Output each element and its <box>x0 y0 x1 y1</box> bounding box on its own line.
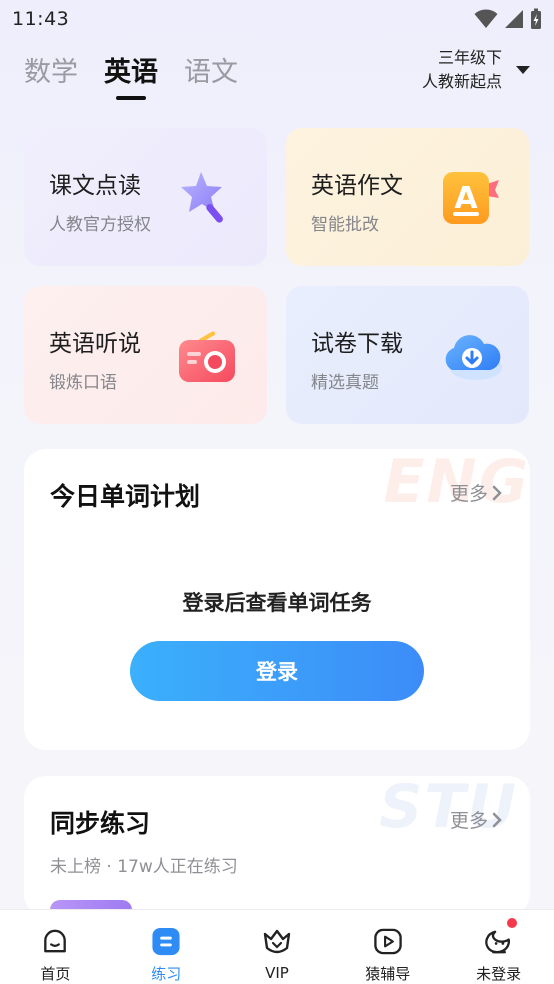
home-face-icon <box>44 929 67 953</box>
grade-text: 三年级下 人教新起点 <box>422 46 502 94</box>
grade-level: 三年级下 <box>437 48 502 67</box>
sync-practice-panel: STU 同步练习 更多 未上榜 · 17w人正在练习 <box>24 776 530 916</box>
login-hint: 登录后查看单词任务 <box>182 591 372 615</box>
wifi-icon <box>474 9 498 28</box>
practice-meta: 未上榜 · 17w人正在练习 <box>50 857 238 877</box>
card-english-essay[interactable]: 英语作文 智能批改 A <box>286 128 529 266</box>
radio-icon <box>179 331 235 382</box>
chevron-down-icon <box>516 66 530 74</box>
bottom-nav: 首页 练习 VIP 猿辅导 未登录 <box>0 909 554 984</box>
nav-label: 猿辅导 <box>365 965 411 983</box>
status-bar: 11:43 <box>0 0 554 38</box>
nav-label: VIP <box>265 964 289 982</box>
battery-icon <box>531 8 541 29</box>
cloud-download-icon <box>445 335 502 380</box>
more-link[interactable]: 更多 <box>450 479 502 506</box>
nav-label: 练习 <box>151 965 182 983</box>
nav-practice[interactable]: 练习 <box>111 910 222 984</box>
play-video-icon <box>374 928 402 955</box>
nav-label: 首页 <box>40 965 71 983</box>
signal-icon <box>505 10 523 28</box>
notification-badge <box>505 916 520 930</box>
tab-chinese[interactable]: 语文 <box>184 50 238 100</box>
card-listening-speaking[interactable]: 英语听说 锻炼口语 <box>24 286 267 424</box>
card-text-reading[interactable]: 课文点读 人教官方授权 <box>24 128 267 266</box>
nav-vip[interactable]: VIP <box>222 910 333 984</box>
panel-title: 同步练习 <box>50 809 151 838</box>
nav-profile[interactable]: 未登录 <box>443 910 554 984</box>
word-plan-panel: ENG 今日单词计划 更多 登录后查看单词任务 登录 <box>24 449 530 750</box>
panel-title: 今日单词计划 <box>50 482 201 511</box>
login-button[interactable]: 登录 <box>130 641 424 701</box>
nav-yuanfudao[interactable]: 猿辅导 <box>332 910 443 984</box>
subject-tabs: 数学 英语 语文 <box>24 50 238 100</box>
status-time: 11:43 <box>12 8 70 30</box>
more-label: 更多 <box>449 810 488 832</box>
tab-math[interactable]: 数学 <box>24 50 78 100</box>
grade-selector[interactable]: 三年级下 人教新起点 <box>422 46 530 94</box>
magic-wand-star-icon <box>181 172 223 223</box>
more-label: 更多 <box>449 483 488 505</box>
avatar-icon <box>484 930 510 954</box>
svg-text:A: A <box>454 181 478 216</box>
letter-a-book-icon: A <box>443 172 499 224</box>
vip-crown-icon <box>263 929 291 954</box>
chevron-right-icon <box>492 485 502 500</box>
textbook-edition: 人教新起点 <box>421 72 502 91</box>
nav-label: 未登录 <box>476 965 522 983</box>
more-link[interactable]: 更多 <box>450 806 502 833</box>
chevron-right-icon <box>492 812 502 827</box>
tab-english[interactable]: 英语 <box>104 50 158 100</box>
status-icons <box>474 8 542 30</box>
practice-icon <box>152 927 180 956</box>
nav-home[interactable]: 首页 <box>0 910 111 984</box>
card-exam-download[interactable]: 试卷下载 精选真题 <box>286 286 529 424</box>
